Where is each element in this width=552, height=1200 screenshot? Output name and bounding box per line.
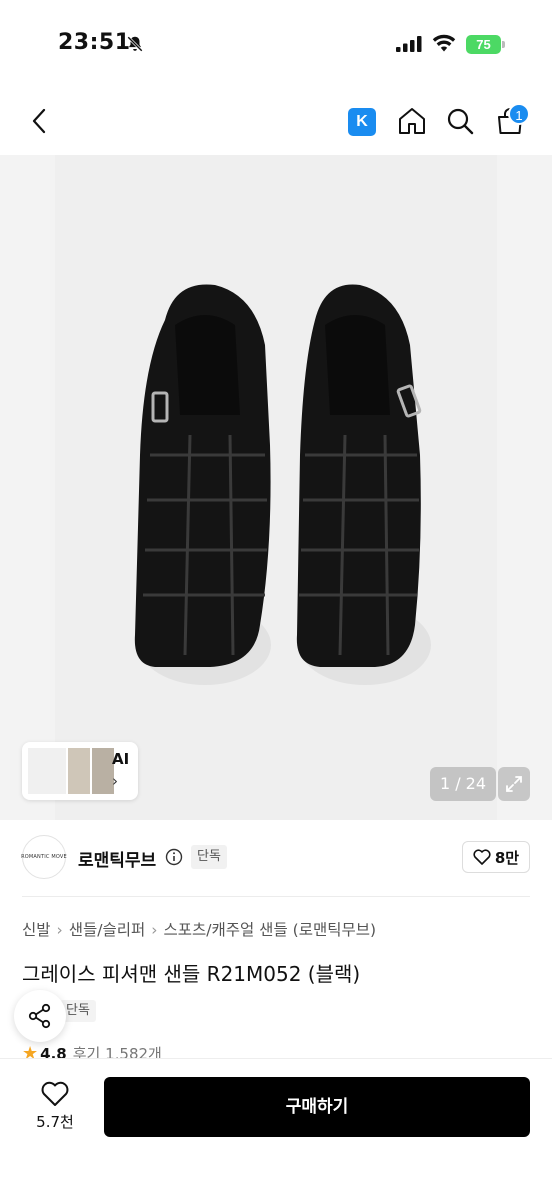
heart-icon <box>41 1081 69 1106</box>
wishlist-button[interactable]: 5.7천 <box>24 1077 86 1137</box>
expand-button[interactable] <box>498 767 530 801</box>
battery-icon: 75 <box>466 35 506 54</box>
image-page-indicator: 1 / 24 <box>430 767 496 801</box>
k-badge-icon[interactable]: K <box>348 108 376 136</box>
bell-slash-icon <box>127 36 143 52</box>
ai-thumbnail <box>28 748 66 794</box>
expand-icon <box>506 776 522 792</box>
cart-count-badge: 1 <box>508 103 530 125</box>
status-bar: 23:51 75 <box>0 0 552 90</box>
sandals-image <box>55 155 497 820</box>
share-button[interactable] <box>14 990 66 1042</box>
search-button[interactable] <box>438 95 482 147</box>
wishlist-count: 5.7천 <box>36 1113 74 1131</box>
back-button[interactable] <box>17 95 61 147</box>
product-gallery[interactable]: AI › 1 / 24 <box>0 155 552 820</box>
brand-logo[interactable]: ROMANTIC MOVE <box>21 835 67 879</box>
buy-button[interactable]: 구매하기 <box>104 1077 530 1137</box>
brand-row: ROMANTIC MOVE 로맨틱무브 단독 8만 <box>0 835 552 883</box>
signal-icon <box>396 36 422 52</box>
home-icon <box>399 108 425 134</box>
search-icon <box>447 108 474 135</box>
status-time: 23:51 <box>58 30 131 55</box>
info-icon[interactable] <box>165 848 183 866</box>
back-icon <box>32 108 46 134</box>
breadcrumb-item[interactable]: 신발 <box>22 921 51 939</box>
product-title: 그레이스 피셔맨 샌들 R21M052 (블랙) <box>22 962 361 986</box>
brand-like-count: 8만 <box>494 848 520 867</box>
bottom-bar: 5.7천 구매하기 <box>0 1058 552 1200</box>
breadcrumb: 신발 › 샌들/슬리퍼 › 스포츠/캐주얼 샌들 (로맨틱무브) <box>22 918 376 940</box>
ai-thumbnail <box>92 748 114 794</box>
ai-thumbnail <box>68 748 90 794</box>
brand-name[interactable]: 로맨틱무브 <box>78 846 156 871</box>
chevron-right-icon: › <box>56 921 63 939</box>
battery-level: 75 <box>466 35 501 54</box>
exclusive-tag: 단독 <box>191 845 227 869</box>
breadcrumb-item[interactable]: (로맨틱무브) <box>293 921 376 939</box>
top-nav: K 1 <box>0 95 552 150</box>
chevron-right-icon: › <box>151 921 158 939</box>
share-icon <box>28 1003 51 1029</box>
divider <box>22 896 530 897</box>
home-button[interactable] <box>390 95 434 147</box>
product-photo[interactable] <box>55 155 497 820</box>
breadcrumb-item[interactable]: 샌들/슬리퍼 <box>69 921 146 939</box>
ai-label: AI <box>112 750 130 768</box>
brand-logo-text: ROMANTIC MOVE <box>21 854 67 860</box>
brand-like-button[interactable]: 8만 <box>462 841 530 873</box>
breadcrumb-item[interactable]: 스포츠/캐주얼 샌들 <box>163 921 287 939</box>
heart-icon <box>473 849 491 865</box>
ai-styling-chip[interactable]: AI › <box>22 742 138 800</box>
chevron-right-icon: › <box>112 772 118 790</box>
wifi-icon <box>432 34 456 52</box>
